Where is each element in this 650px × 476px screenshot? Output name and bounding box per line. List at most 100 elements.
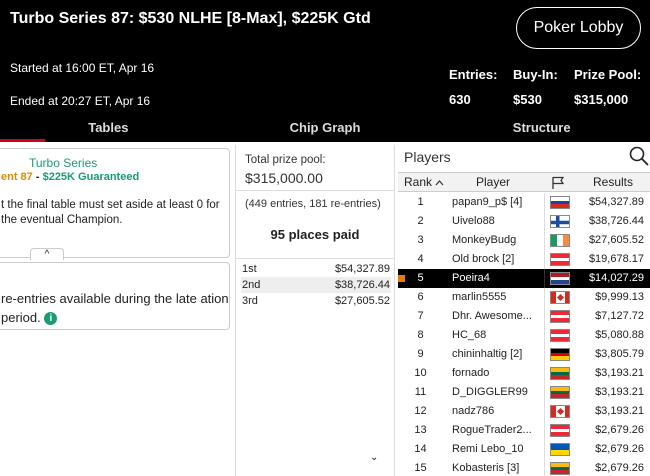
column-divider (544, 250, 545, 269)
player-rank: 3 (417, 234, 424, 246)
tab-chip-graph[interactable]: Chip Graph (217, 113, 434, 142)
divider (236, 190, 394, 191)
payout-place: 1st (242, 263, 257, 275)
player-rank: 12 (414, 405, 427, 417)
results-column-header[interactable]: Results (593, 175, 633, 189)
player-row[interactable]: 9 chininhaltig [2] $3,805.79 (398, 345, 650, 364)
lithuania-flag-icon (550, 386, 570, 399)
player-row[interactable]: 8 HC_68 $5,080.88 (398, 326, 650, 345)
tab-structure[interactable]: Structure (433, 113, 650, 142)
players-table-header: Rank Player Results (398, 172, 650, 192)
event-number: ent 87 (1, 171, 33, 183)
column-divider (544, 421, 545, 440)
player-rank: 5 (417, 272, 424, 284)
lithuania-flag-icon (550, 367, 570, 380)
payout-amount: $54,327.89 (334, 263, 390, 275)
player-result: $5,080.88 (595, 329, 644, 341)
player-column-header[interactable]: Player (476, 175, 510, 189)
player-name: papan9_p$ [4] (452, 196, 523, 208)
guarantee-text: $225K Guaranteed (42, 171, 140, 183)
tournament-header: Turbo Series 87: $530 NLHE [8-Max], $225… (0, 0, 650, 113)
event-separator: - (32, 171, 43, 183)
player-rank: 13 (414, 424, 427, 436)
player-row-highlighted[interactable]: 5 Poeira4 $14,027.29 (398, 269, 650, 288)
column-divider (544, 383, 545, 402)
expand-payouts-chevron-icon[interactable]: ⌄ (370, 452, 378, 463)
player-row[interactable]: 6 marlin5555 $9,999.13 (398, 288, 650, 307)
total-prize-pool-label: Total prize pool: (245, 154, 326, 166)
payout-row: 3rd $27,605.52 (241, 293, 391, 309)
player-result: $2,679.26 (595, 443, 644, 455)
player-row[interactable]: 14 Remi Lebo_10 $2,679.26 (398, 440, 650, 459)
player-rank: 7 (417, 310, 424, 322)
player-row[interactable]: 12 nadz786 $3,193.21 (398, 402, 650, 421)
player-rank: 2 (417, 215, 424, 227)
player-result: $3,805.79 (595, 348, 644, 360)
player-row[interactable]: 4 Old brock [2] $19,678.17 (398, 250, 650, 269)
column-divider (544, 193, 545, 212)
buyin-label: Buy-In: (513, 67, 558, 82)
reentry-info-card: re-entries available during the late ati… (0, 262, 230, 330)
player-result: $27,605.52 (588, 234, 644, 246)
prize-pool-value: $315,000 (574, 92, 629, 107)
players-list: 1 papan9_p$ [4] $54,327.89 2 Uivelo88 $38,726… (398, 193, 650, 476)
player-row[interactable]: 1 papan9_p$ [4] $54,327.89 (398, 193, 650, 212)
player-row[interactable]: 15 Kobasteris [3] $2,679.26 (398, 459, 650, 476)
player-row[interactable]: 11 D_DIGGLER99 $3,193.21 (398, 383, 650, 402)
player-rank: 8 (417, 329, 424, 341)
player-name: Old brock [2] (452, 253, 515, 265)
info-icon[interactable]: i (44, 312, 58, 326)
search-icon[interactable] (628, 146, 650, 166)
player-row[interactable]: 7 Dhr. Awesome... $7,127.72 (398, 307, 650, 326)
flag-column-icon[interactable] (551, 176, 565, 190)
reentry-text: re-entries available during the late ati… (1, 289, 231, 327)
player-row[interactable]: 2 Uivelo88 $38,726.44 (398, 212, 650, 231)
player-result: $9,999.13 (595, 291, 644, 303)
poker-lobby-button[interactable]: Poker Lobby (516, 7, 641, 49)
player-name: D_DIGGLER99 (452, 386, 528, 398)
player-rank: 11 (414, 386, 427, 398)
entries-value: 630 (449, 92, 471, 107)
rank-column-header[interactable]: Rank (404, 175, 444, 189)
divider (236, 258, 394, 259)
payout-row: 2nd $38,726.44 (241, 277, 391, 293)
sort-up-icon (435, 180, 444, 186)
payout-amount: $38,726.44 (334, 279, 390, 291)
canada-flag-icon (550, 405, 570, 418)
player-rank: 1 (417, 196, 424, 208)
player-result: $2,679.26 (595, 424, 644, 436)
player-result: $19,678.17 (588, 253, 644, 265)
player-row[interactable]: 13 RogueTrader2... $2,679.26 (398, 421, 650, 440)
tab-tables[interactable]: Tables (0, 113, 217, 142)
tournament-info-card: Turbo Series ent 87 - $225K Guaranteed t… (0, 148, 230, 258)
start-time: Started at 16:00 ET, Apr 16 (10, 61, 155, 75)
player-rank: 9 (417, 348, 424, 360)
player-name: chininhaltig [2] (452, 348, 523, 360)
series-name: Turbo Series (29, 156, 98, 170)
payout-amount: $27,605.52 (334, 295, 390, 307)
tab-bar: Tables Chip Graph Structure (0, 113, 650, 142)
player-row[interactable]: 10 fornado $3,193.21 (398, 364, 650, 383)
entries-breakdown: (449 entries, 181 re-entries) (245, 198, 381, 210)
column-divider (544, 288, 545, 307)
total-prize-pool-value: $315,000.00 (245, 170, 323, 186)
collapse-toggle[interactable]: ^ (30, 248, 64, 260)
austria-flag-icon (550, 310, 570, 323)
austria-flag-icon (550, 253, 570, 266)
prize-pool-label: Prize Pool: (574, 67, 642, 82)
event-line: ent 87 - $225K Guaranteed (1, 171, 139, 183)
active-tab-indicator (0, 139, 45, 142)
player-name: fornado (452, 367, 490, 379)
tournament-title: Turbo Series 87: $530 NLHE [8-Max], $225… (10, 10, 371, 27)
player-result: $14,027.29 (588, 272, 644, 284)
canada-flag-icon (550, 291, 570, 304)
player-name: RogueTrader2... (452, 424, 532, 436)
rank-column-label: Rank (404, 175, 433, 189)
germany-flag-icon (550, 348, 570, 361)
entries-label: Entries: (449, 67, 498, 82)
player-row[interactable]: 3 MonkeyBudg $27,605.52 (398, 231, 650, 250)
prize-pool-panel: Total prize pool: $315,000.00 (449 entri… (235, 145, 395, 476)
info-description: t the final table must set aside at leas… (1, 199, 220, 226)
austria-flag-icon (550, 329, 570, 342)
players-panel: Players Rank Player Results 1 papan9_p$ [… (398, 145, 650, 476)
